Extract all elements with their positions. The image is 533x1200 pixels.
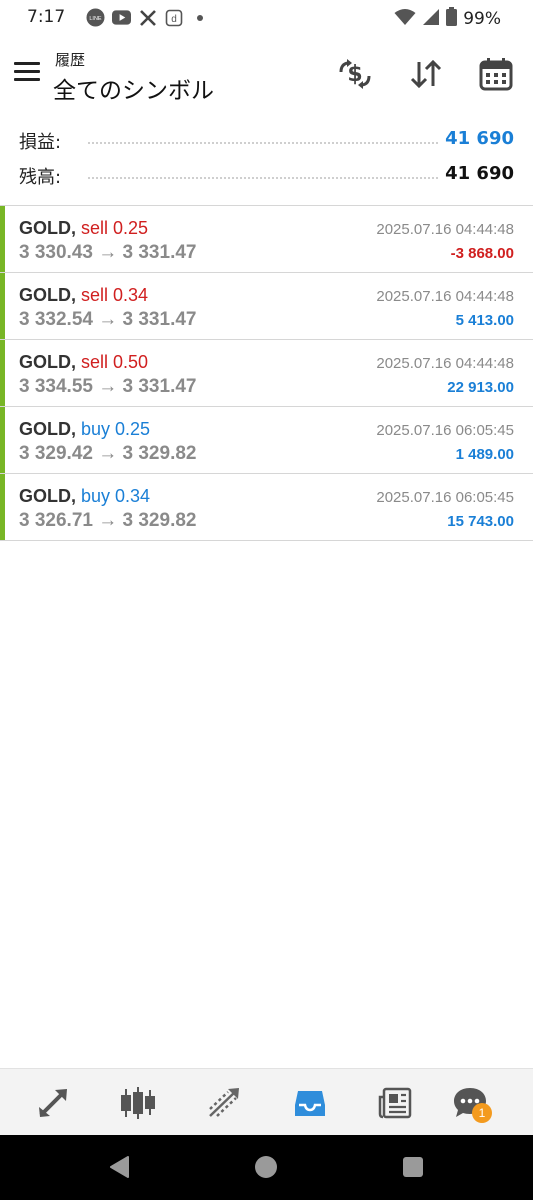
notification-icons: LINE d (86, 8, 209, 27)
deal-symbol: GOLD, (19, 419, 76, 439)
deal-list: GOLD, sell 0.25 3 330.43 → 3 331.47 2025… (0, 205, 533, 541)
deal-prices: 3 326.71 → 3 329.82 (19, 510, 197, 531)
page-subtitle: 履歴 (55, 51, 86, 69)
app-header: 履歴 全てのシンボル $ (0, 40, 533, 110)
svg-text:LINE: LINE (89, 16, 102, 22)
profit-row: 損益: 41 690 (0, 124, 533, 159)
deal-profit: 1 489.00 (455, 446, 514, 463)
deal-datetime: 2025.07.16 06:05:45 (376, 489, 514, 506)
deal-row[interactable]: GOLD, sell 0.34 3 332.54 → 3 331.47 2025… (0, 273, 533, 340)
trade-icon[interactable] (204, 1083, 244, 1123)
deal-profit: 5 413.00 (455, 312, 514, 329)
quotes-icon[interactable] (33, 1083, 73, 1123)
bottom-navigation: 1 (0, 1068, 533, 1135)
leader-dots (88, 177, 438, 179)
battery-icon (446, 7, 458, 30)
svg-text:d: d (171, 14, 177, 25)
deal-side: buy 0.34 (81, 486, 151, 506)
deal-row[interactable]: GOLD, buy 0.25 3 329.42 → 3 329.82 2025.… (0, 407, 533, 474)
sort-icon[interactable] (408, 56, 444, 92)
balance-label: 残高: (19, 167, 62, 188)
deal-indicator-bar (0, 206, 5, 272)
hamburger-menu-icon[interactable] (14, 62, 40, 82)
system-navigation-bar (0, 1135, 533, 1200)
deal-datetime: 2025.07.16 04:44:48 (376, 221, 514, 238)
deal-symbol: GOLD, (19, 218, 76, 238)
deal-row[interactable]: GOLD, sell 0.25 3 330.43 → 3 331.47 2025… (0, 206, 533, 273)
deal-prices: 3 329.42 → 3 329.82 (19, 443, 197, 464)
deal-prices: 3 334.55 → 3 331.47 (19, 376, 197, 397)
page-title[interactable]: 全てのシンボル (53, 71, 214, 105)
home-icon[interactable] (254, 1155, 278, 1179)
youtube-icon (112, 8, 131, 27)
deal-datetime: 2025.07.16 04:44:48 (376, 288, 514, 305)
profit-value: 41 690 (445, 128, 514, 149)
deal-indicator-bar (0, 474, 5, 540)
deal-prices: 3 330.43 → 3 331.47 (19, 242, 197, 263)
wifi-icon (394, 8, 416, 30)
account-summary: 損益: 41 690 残高: 41 690 (0, 124, 533, 194)
clock: 7:17 (27, 7, 66, 27)
back-icon[interactable] (107, 1155, 131, 1179)
deal-symbol: GOLD, (19, 285, 76, 305)
status-bar: 7:17 LINE d 99% (0, 0, 533, 36)
news-icon[interactable] (375, 1083, 415, 1123)
deal-symbol: GOLD, (19, 352, 76, 372)
balance-value: 41 690 (445, 163, 514, 184)
deal-row[interactable]: GOLD, sell 0.50 3 334.55 → 3 331.47 2025… (0, 340, 533, 407)
signal-icon (422, 8, 440, 30)
deal-side: sell 0.34 (81, 285, 149, 305)
leader-dots (88, 142, 438, 144)
chart-icon[interactable] (118, 1083, 158, 1123)
deal-side: sell 0.50 (81, 352, 149, 372)
profit-label: 損益: (19, 132, 62, 153)
x-icon (138, 8, 157, 27)
deal-profit: -3 868.00 (450, 245, 514, 262)
deal-row[interactable]: GOLD, buy 0.34 3 326.71 → 3 329.82 2025.… (0, 474, 533, 541)
battery-percentage: 99% (463, 8, 501, 29)
line-icon: LINE (86, 8, 105, 27)
deal-profit: 22 913.00 (447, 379, 514, 396)
deal-indicator-bar (0, 407, 5, 473)
recents-icon[interactable] (401, 1155, 425, 1179)
calendar-icon[interactable] (478, 56, 514, 92)
deal-datetime: 2025.07.16 06:05:45 (376, 422, 514, 439)
system-indicators: 99% (394, 7, 501, 30)
deal-datetime: 2025.07.16 04:44:48 (376, 355, 514, 372)
chat-icon[interactable]: 1 (450, 1083, 492, 1123)
deal-side: sell 0.25 (81, 218, 149, 238)
dollar-exchange-icon[interactable]: $ (337, 56, 373, 92)
deal-symbol: GOLD, (19, 486, 76, 506)
deal-profit: 15 743.00 (447, 513, 514, 530)
dot-icon (190, 8, 209, 27)
chat-badge: 1 (472, 1103, 492, 1123)
deal-indicator-bar (0, 273, 5, 339)
deal-side: buy 0.25 (81, 419, 151, 439)
balance-row: 残高: 41 690 (0, 159, 533, 194)
dmagazine-icon: d (164, 8, 183, 27)
deal-indicator-bar (0, 340, 5, 406)
history-icon[interactable] (290, 1083, 330, 1123)
deal-prices: 3 332.54 → 3 331.47 (19, 309, 197, 330)
